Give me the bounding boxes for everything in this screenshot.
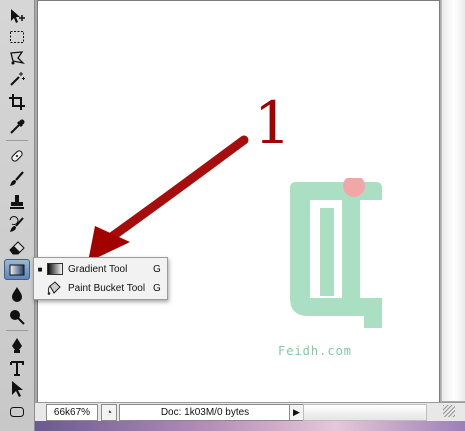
move-icon	[11, 8, 25, 23]
flyout-item-label: Paint Bucket Tool	[68, 282, 146, 294]
marquee-tool[interactable]	[4, 26, 30, 47]
paint-bucket-icon	[46, 281, 64, 295]
dodge-tool[interactable]	[4, 306, 30, 327]
annotation-number: 1	[254, 89, 291, 157]
selected-bullet: ■	[37, 264, 43, 274]
flyout-item-label: Gradient Tool	[68, 263, 128, 275]
crop-tool[interactable]	[4, 91, 30, 112]
watermark-logo	[290, 178, 382, 328]
tools-panel	[0, 0, 35, 431]
blur-tool[interactable]	[4, 283, 30, 304]
magic-wand-tool[interactable]	[4, 68, 30, 89]
path-selection-tool[interactable]	[4, 378, 30, 399]
gradient-tool[interactable]	[4, 259, 30, 280]
rounded-rectangle-icon	[10, 406, 24, 417]
vertical-scrollbar[interactable]	[441, 0, 465, 401]
brush-tool[interactable]	[4, 168, 30, 189]
move-tool[interactable]	[4, 5, 30, 26]
arrow-icon	[12, 380, 23, 397]
document-status-bar: 66k67% ◔ Doc: 1k03M/0 bytes ▶	[35, 402, 465, 423]
flyout-item-shortcut: G	[153, 263, 161, 275]
eraser-tool[interactable]	[4, 236, 30, 257]
blur-icon	[12, 286, 22, 302]
brush-icon	[10, 170, 24, 186]
zoom-level-field[interactable]: 66k67%	[46, 404, 98, 421]
history-brush-icon	[9, 215, 24, 232]
healing-brush-icon	[11, 149, 23, 162]
type-icon	[10, 360, 24, 376]
dodge-icon	[10, 309, 25, 325]
document-window: 66k67% ◔ Doc: 1k03M/0 bytes ▶	[35, 0, 465, 431]
toolbar-divider	[6, 140, 28, 141]
pen-icon	[12, 337, 22, 353]
watermark-text: Feidh.com	[278, 344, 353, 358]
eraser-icon	[9, 240, 25, 254]
shape-tool[interactable]	[4, 401, 30, 422]
gradient-icon	[9, 264, 25, 275]
rectangular-marquee-icon	[10, 30, 24, 43]
magic-wand-icon	[10, 71, 25, 86]
resize-grip-icon[interactable]	[443, 405, 455, 417]
flyout-item-paint-bucket-tool[interactable]: Paint Bucket Tool G	[34, 279, 167, 297]
lasso-tool[interactable]	[4, 47, 30, 68]
history-brush-tool[interactable]	[4, 214, 30, 235]
healing-brush-tool[interactable]	[4, 145, 30, 166]
type-tool[interactable]	[4, 357, 30, 378]
eyedropper-icon	[10, 119, 25, 134]
pen-tool[interactable]	[4, 335, 30, 356]
desktop-background	[35, 421, 465, 431]
status-info-menu-button[interactable]: ▶	[289, 404, 304, 421]
flyout-item-gradient-tool[interactable]: ■ Gradient Tool G	[34, 260, 167, 278]
gradient-tool-flyout-menu: ■ Gradient Tool G Paint Bucket Tool G	[33, 257, 168, 300]
toolbar-divider	[6, 330, 28, 331]
clone-stamp-icon	[10, 194, 24, 209]
eyedropper-tool[interactable]	[4, 116, 30, 137]
crop-icon	[9, 93, 25, 110]
flyout-item-shortcut: G	[153, 282, 161, 294]
gradient-icon	[46, 262, 64, 276]
document-info-readout: Doc: 1k03M/0 bytes	[119, 404, 291, 421]
polygonal-lasso-icon	[10, 50, 25, 64]
status-menu-icon[interactable]: ◔	[101, 404, 117, 421]
clone-stamp-tool[interactable]	[4, 191, 30, 212]
horizontal-scrollbar[interactable]	[303, 404, 427, 421]
